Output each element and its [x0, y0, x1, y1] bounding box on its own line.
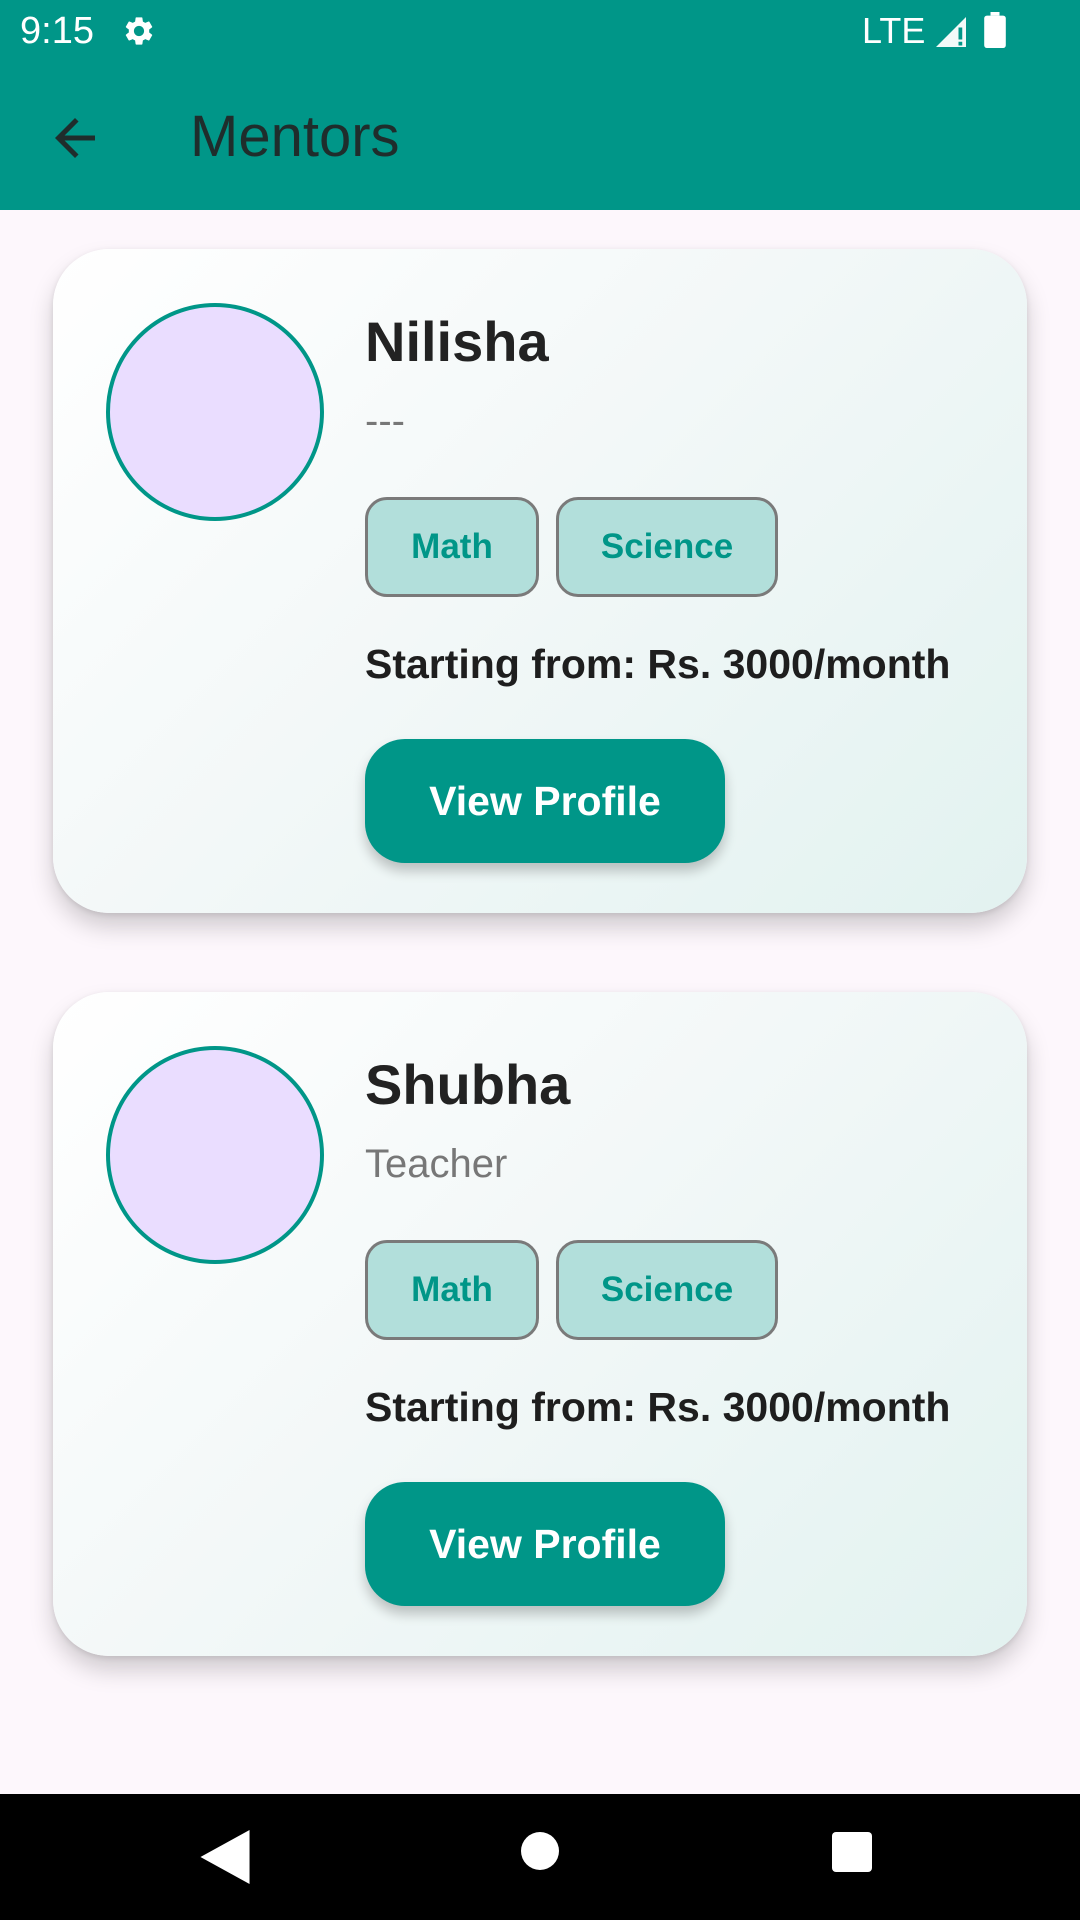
mentor-role: ---	[365, 399, 405, 443]
nav-recents-icon[interactable]	[832, 1832, 872, 1872]
price-text: Starting from: Rs. 3000/month	[365, 1384, 951, 1430]
signal-icon	[936, 17, 966, 47]
page-title: Mentors	[190, 104, 400, 169]
battery-icon	[984, 12, 1006, 48]
mentor-card: Shubha Teacher Math Science Starting fro…	[53, 992, 1027, 1656]
arrow-left-icon[interactable]	[40, 108, 110, 168]
subject-chip-science[interactable]: Science	[556, 1240, 778, 1340]
nav-back-icon[interactable]	[200, 1830, 250, 1884]
subject-chip-math[interactable]: Math	[365, 497, 539, 597]
mentor-card: Nilisha --- Math Science Starting from: …	[53, 249, 1027, 913]
view-profile-button[interactable]: View Profile	[365, 1482, 725, 1606]
avatar	[106, 303, 324, 521]
status-bar: 9:15 LTE	[0, 0, 1080, 63]
subject-chip-science[interactable]: Science	[556, 497, 778, 597]
nav-home-icon[interactable]	[521, 1832, 559, 1870]
price-text: Starting from: Rs. 3000/month	[365, 641, 951, 687]
app-bar: Mentors	[0, 63, 1080, 210]
network-type: LTE	[862, 10, 926, 51]
subject-chip-math[interactable]: Math	[365, 1240, 539, 1340]
system-nav-bar	[0, 1794, 1080, 1920]
view-profile-button[interactable]: View Profile	[365, 739, 725, 863]
mentors-screen: 9:15 LTE Mentors Nilisha --- Math Scienc…	[0, 0, 1080, 1920]
gear-icon	[125, 17, 153, 45]
avatar	[106, 1046, 324, 1264]
mentor-name: Nilisha	[365, 310, 549, 373]
mentor-name: Shubha	[365, 1053, 571, 1116]
status-time: 9:15	[20, 10, 94, 52]
mentor-role: Teacher	[365, 1142, 508, 1186]
